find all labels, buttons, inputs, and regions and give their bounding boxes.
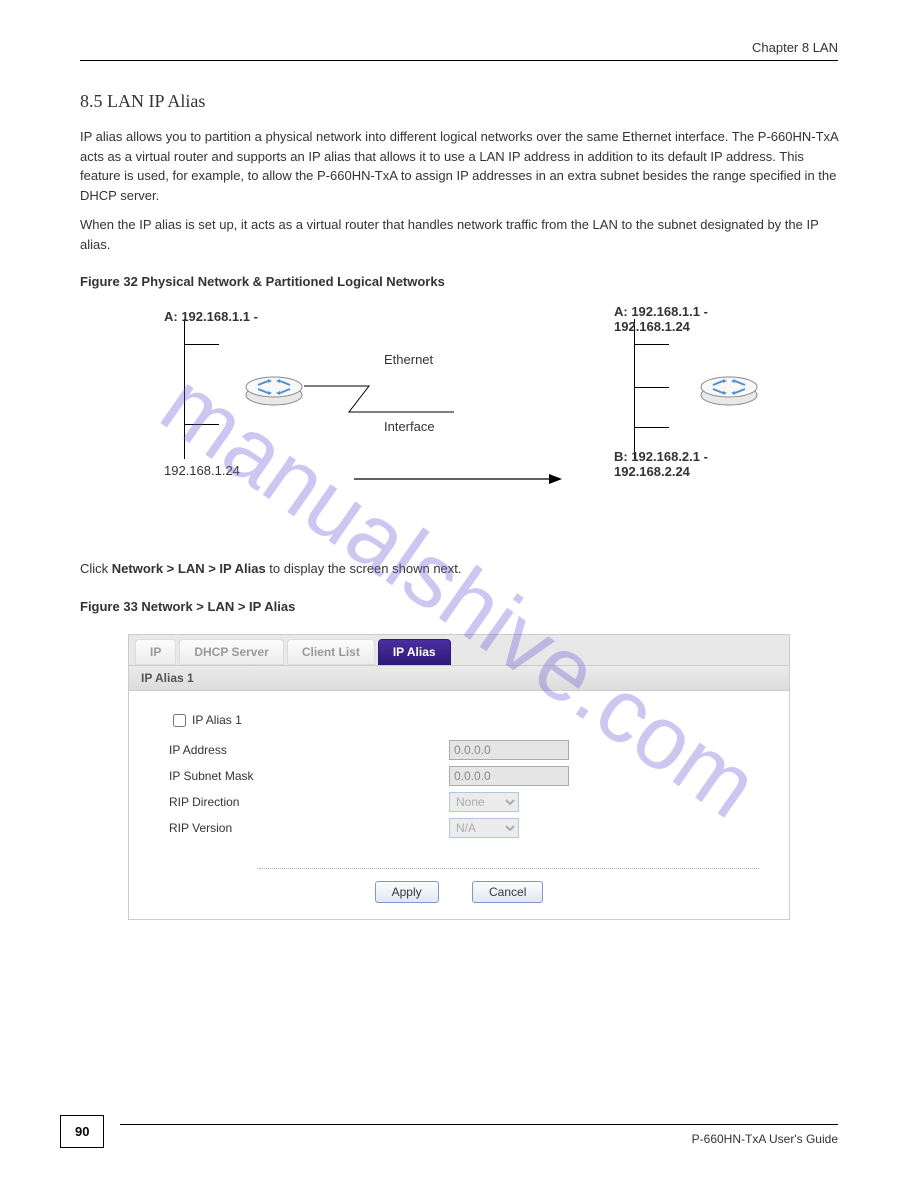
paragraph-1: IP alias allows you to partition a physi… <box>80 127 838 205</box>
diagram-line <box>634 387 669 388</box>
divider <box>259 868 759 869</box>
left-subnet-a-label-2: 192.168.1.24 <box>164 463 240 478</box>
tab-ip-alias[interactable]: IP Alias <box>378 639 451 665</box>
arrow-icon <box>354 469 564 489</box>
header-rule <box>80 60 838 61</box>
form-area: IP Alias 1 IP Address IP Subnet Mask RIP… <box>129 691 789 854</box>
router-icon <box>699 367 759 407</box>
nav-instruction: Click Network > LAN > IP Alias to displa… <box>80 559 838 579</box>
diagram-zigzag <box>304 379 454 419</box>
chapter-header: Chapter 8 LAN <box>80 40 838 55</box>
diagram-line <box>184 344 219 345</box>
ip-address-label: IP Address <box>169 743 449 757</box>
tab-ip[interactable]: IP <box>135 639 176 665</box>
footer-guide-text: P-660HN-TxA User's Guide <box>692 1132 838 1146</box>
right-subnet-b-label-2: 192.168.2.24 <box>614 464 690 479</box>
left-subnet-a-label-1: A: 192.168.1.1 - <box>164 309 258 324</box>
paragraph-2: When the IP alias is set up, it acts as … <box>80 215 838 254</box>
apply-button[interactable]: Apply <box>375 881 439 903</box>
diagram-line <box>634 427 669 428</box>
router-icon <box>244 367 304 407</box>
subnet-mask-input[interactable] <box>449 766 569 786</box>
ip-alias-panel: IP DHCP Server Client List IP Alias IP A… <box>128 634 790 920</box>
diagram-line <box>634 344 669 345</box>
right-subnet-a-label-2: 192.168.1.24 <box>614 319 690 334</box>
ip-alias-1-checkbox-label: IP Alias 1 <box>192 713 242 727</box>
cancel-button[interactable]: Cancel <box>472 881 543 903</box>
rip-version-label: RIP Version <box>169 821 449 835</box>
rip-version-select[interactable]: N/A <box>449 818 519 838</box>
right-subnet-a-label-1: A: 192.168.1.1 - <box>614 304 708 319</box>
panel-section-header: IP Alias 1 <box>129 666 789 691</box>
diagram-line <box>184 424 219 425</box>
tab-client-list[interactable]: Client List <box>287 639 375 665</box>
rip-direction-label: RIP Direction <box>169 795 449 809</box>
section-title-8-5: 8.5 LAN IP Alias <box>80 91 838 112</box>
footer-rule <box>120 1124 838 1125</box>
ip-alias-1-checkbox[interactable] <box>173 714 186 727</box>
diagram-line <box>184 319 185 459</box>
tabs: IP DHCP Server Client List IP Alias <box>129 635 789 666</box>
network-diagram: A: 192.168.1.1 - 192.168.1.24 Ethernet I… <box>109 309 809 539</box>
ethernet-label-1: Ethernet <box>384 352 433 367</box>
right-subnet-b-label-1: B: 192.168.2.1 - <box>614 449 708 464</box>
ethernet-label-2: Interface <box>384 419 435 434</box>
diagram-line <box>634 319 635 459</box>
rip-direction-select[interactable]: None <box>449 792 519 812</box>
ip-address-input[interactable] <box>449 740 569 760</box>
subnet-mask-label: IP Subnet Mask <box>169 769 449 783</box>
page-number: 90 <box>60 1115 104 1148</box>
figure-32-title: Figure 32 Physical Network & Partitioned… <box>80 274 838 289</box>
tab-dhcp-server[interactable]: DHCP Server <box>179 639 283 665</box>
figure-33-title: Figure 33 Network > LAN > IP Alias <box>80 599 838 614</box>
